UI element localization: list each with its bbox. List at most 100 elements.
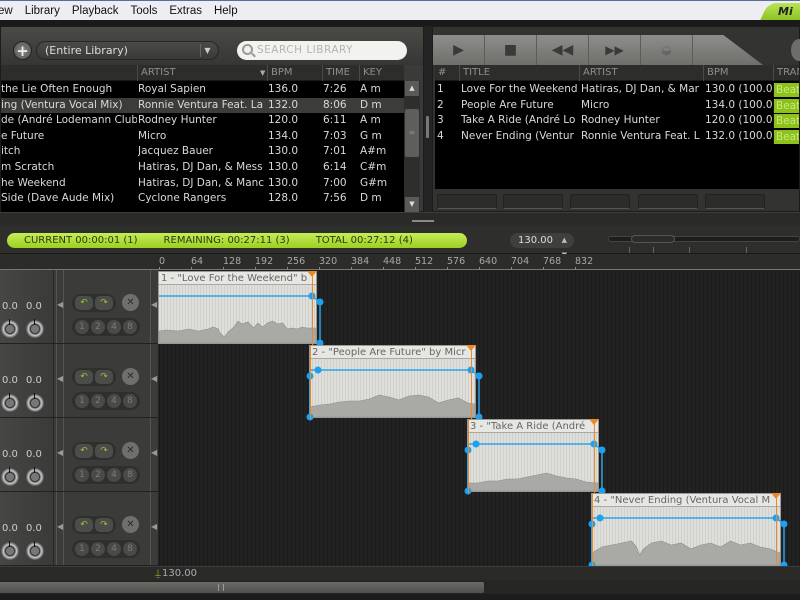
menu-library[interactable]: Library	[19, 2, 66, 20]
envelope-point[interactable]	[316, 298, 324, 306]
col-title[interactable]	[1, 65, 137, 81]
loop-out-button[interactable]: ↷	[95, 518, 113, 532]
scroll-down-icon[interactable]: ▼	[405, 197, 419, 212]
splitter-grip[interactable]	[412, 220, 434, 222]
transition-badge[interactable]: Beatm	[773, 98, 799, 113]
library-row[interactable]: he Weekend Hatiras, DJ Dan, & Manc 130.0 7:…	[1, 176, 404, 192]
library-row[interactable]: m Scratch Hatiras, DJ Dan, & Mess 130.0 6:1…	[1, 160, 404, 176]
library-row[interactable]: the Lie Often Enough Royal Sapien 136.0 7:2…	[1, 82, 404, 98]
gain-knob[interactable]	[26, 319, 44, 338]
col-num[interactable]: #	[435, 65, 459, 81]
cue-out-line[interactable]	[776, 494, 777, 567]
horizontal-splitter[interactable]	[0, 212, 800, 226]
collapse-handle[interactable]: ◀	[56, 418, 64, 491]
col-bpm[interactable]: BPM	[703, 65, 773, 81]
cue-in-line[interactable]	[592, 494, 593, 567]
library-row[interactable]: itch Jacquez Bauer 130.0 7:01 A#m	[1, 144, 404, 160]
menu-playback[interactable]: Playback	[66, 2, 125, 20]
col-key[interactable]: KEY	[359, 65, 404, 81]
loop-out-button[interactable]: ↷	[95, 444, 113, 458]
loop-in-button[interactable]: ↶	[75, 444, 93, 458]
collapse-handle[interactable]: ◀	[56, 492, 64, 565]
deck-slot-button[interactable]	[570, 194, 630, 209]
menu-help[interactable]: Help	[208, 2, 244, 20]
library-row[interactable]: de (André Lodemann Club Rodney Hunter 120.…	[1, 113, 404, 129]
gain-knob[interactable]	[1, 541, 19, 560]
envelope-point[interactable]	[598, 446, 606, 454]
loop-out-button[interactable]: ↷	[95, 296, 113, 310]
stop-button[interactable]: ■	[485, 35, 537, 65]
envelope-point[interactable]	[596, 514, 604, 522]
loop-length-button[interactable]: 2	[91, 468, 105, 482]
loop-length-button[interactable]: 4	[107, 320, 121, 334]
envelope-point[interactable]	[475, 372, 483, 380]
loop-length-button[interactable]: 2	[91, 542, 105, 556]
library-row[interactable]: Side (Dave Aude Mix) Cyclone Rangers 128.0…	[1, 191, 404, 207]
gain-knob[interactable]	[26, 393, 44, 412]
volume-envelope[interactable]	[464, 420, 606, 495]
timeline-ruler[interactable]: 0 64 128 192 256 320 384 448 512 576 640 704 768 832	[0, 254, 800, 271]
deck-slot-button[interactable]	[437, 194, 497, 209]
next-button[interactable]: ▶▶	[589, 35, 641, 65]
loop-out-button[interactable]: ↷	[95, 370, 113, 384]
playlist-row[interactable]: 1 Love For the Weekend Hatiras, DJ Dan, & …	[435, 82, 799, 98]
scroll-up-icon[interactable]: ▲	[405, 81, 419, 96]
cue-in-line[interactable]	[310, 346, 311, 419]
collapse-handle[interactable]: ◀	[150, 344, 158, 417]
collapse-handle[interactable]: ◀	[150, 418, 158, 491]
collapse-handle[interactable]: ◀	[150, 270, 158, 343]
track-clip[interactable]: 3 - "Take A Ride (André	[464, 419, 606, 495]
zoom-slider[interactable]	[608, 235, 800, 243]
loop-length-button[interactable]: 1	[75, 394, 89, 408]
gain-knob[interactable]	[1, 467, 19, 486]
remove-track-button[interactable]: ✕	[122, 516, 139, 533]
playlist-row[interactable]: 4 Never Ending (Ventur Ronnie Ventura Feat…	[435, 129, 799, 145]
col-bpm[interactable]: BPM	[267, 65, 322, 81]
collapse-handle[interactable]: ◀	[56, 270, 64, 343]
cue-in-line[interactable]	[468, 420, 469, 493]
col-artist[interactable]: ARTIST	[579, 65, 703, 81]
track-clip[interactable]: 1 - "Love For the Weekend" b	[158, 271, 324, 347]
timeline-scroll-thumb[interactable]	[0, 582, 484, 593]
playlist-row[interactable]: 3 Take A Ride (André Lo Rodney Hunter 120.0…	[435, 113, 799, 129]
library-scrollbar[interactable]: ▲ ≡ ▼	[404, 81, 420, 212]
loop-length-button[interactable]: 8	[123, 468, 137, 482]
loop-in-button[interactable]: ↶	[75, 370, 93, 384]
bpm-stepper[interactable]: 130.00 ▲▼	[510, 233, 574, 259]
play-button[interactable]: ▶	[433, 35, 485, 65]
library-source-select[interactable]: (Entire Library) ▼	[36, 41, 219, 60]
volume-envelope[interactable]	[159, 272, 324, 347]
panel-splitter[interactable]	[424, 26, 432, 212]
loop-in-button[interactable]: ↶	[75, 296, 93, 310]
envelope-point[interactable]	[780, 520, 788, 528]
gain-knob[interactable]	[1, 393, 19, 412]
volume-envelope[interactable]	[588, 494, 788, 569]
add-button[interactable]: +	[13, 41, 32, 60]
remove-track-button[interactable]: ✕	[122, 368, 139, 385]
loop-length-button[interactable]: 1	[75, 320, 89, 334]
library-row[interactable]: e Future Micro 134.0 7:03 G m	[1, 129, 404, 145]
track-clip[interactable]: 2 - "People Are Future" by Micr	[306, 345, 483, 421]
loop-length-button[interactable]: 1	[75, 468, 89, 482]
transition-badge[interactable]: Beatm	[773, 83, 799, 97]
deck-slot-button[interactable]	[503, 194, 563, 209]
brand-tab[interactable]: Mi	[759, 3, 800, 21]
gain-knob[interactable]	[26, 541, 44, 560]
loop-length-button[interactable]: 8	[123, 542, 137, 556]
playlist-row[interactable]: 2 People Are Future Micro 134.0 (100.0Beatm	[435, 98, 799, 114]
envelope-point[interactable]	[314, 366, 322, 374]
deck-slot-button[interactable]	[705, 194, 765, 209]
transition-badge[interactable]: Beatm	[773, 114, 799, 129]
loop-length-button[interactable]: 4	[107, 542, 121, 556]
transition-badge[interactable]: Beatm	[773, 129, 799, 144]
track-clip[interactable]: 4 - "Never Ending (Ventura Vocal M	[588, 493, 788, 569]
loop-length-button[interactable]: 2	[91, 394, 105, 408]
previous-button[interactable]: ◀◀	[537, 35, 589, 65]
envelope-point[interactable]	[472, 440, 480, 448]
cue-out-line[interactable]	[594, 420, 595, 493]
collapse-handle[interactable]: ◀	[150, 492, 158, 565]
timeline-scrollbar[interactable]	[0, 580, 800, 594]
menu-tools[interactable]: Tools	[125, 2, 164, 20]
remove-track-button[interactable]: ✕	[122, 442, 139, 459]
menu-extras[interactable]: Extras	[163, 2, 208, 20]
